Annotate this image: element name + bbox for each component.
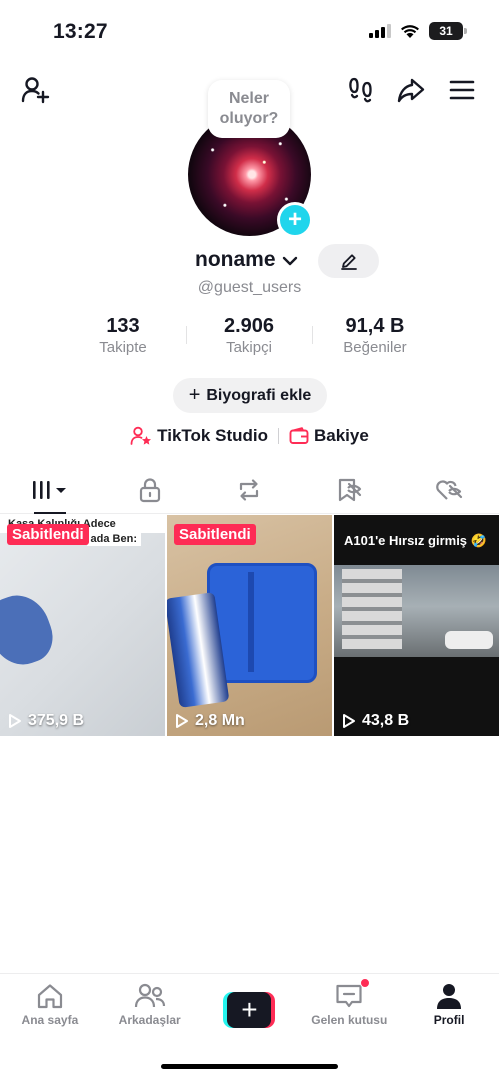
add-friend-button[interactable] xyxy=(17,72,53,108)
user-handle: @guest_users xyxy=(197,279,302,296)
username-row: noname xyxy=(0,244,499,278)
home-indicator[interactable] xyxy=(161,1064,338,1069)
video-grid: Kasa Kalınlığı Adece ada Ben: Sabitlendi… xyxy=(0,515,499,736)
chevron-down-icon[interactable] xyxy=(281,254,299,268)
view-count: 2,8 Mn xyxy=(175,712,245,730)
view-count-value: 375,9 B xyxy=(28,712,85,729)
plus-icon: + xyxy=(227,992,272,1028)
play-icon xyxy=(343,714,355,728)
balance-link[interactable]: Bakiye xyxy=(289,426,369,446)
pinned-badge: Sabitlendi xyxy=(174,524,256,545)
video-title: A101'e Hırsız girmiş 🤣 xyxy=(344,533,487,548)
tab-reposts[interactable] xyxy=(200,466,300,513)
stat-value: 91,4 B xyxy=(345,315,405,337)
footprints-icon xyxy=(349,77,372,103)
lock-icon xyxy=(139,477,160,502)
video-overlay-subtext: ada Ben: xyxy=(86,532,141,546)
battery-icon: 31 xyxy=(429,22,463,40)
view-count-value: 2,8 Mn xyxy=(195,712,245,729)
note-bubble[interactable]: Neler oluyor? xyxy=(208,80,290,138)
heart-hidden-icon xyxy=(436,479,463,500)
hamburger-menu-icon xyxy=(449,80,475,100)
add-avatar-button[interactable]: + xyxy=(277,202,313,238)
bubble-text-line2: oluyor? xyxy=(219,110,279,127)
creator-star-icon xyxy=(130,426,152,445)
nav-label: Profil xyxy=(433,1013,465,1027)
content-tabs xyxy=(0,466,499,514)
add-bio-label: Biyografi ekle xyxy=(206,386,312,404)
stat-label: Takipte xyxy=(99,339,147,356)
tiktok-studio-link[interactable]: TikTok Studio xyxy=(130,426,268,446)
nav-create[interactable]: + xyxy=(200,974,300,1045)
nav-inbox[interactable]: Gelen kutusu xyxy=(299,974,399,1045)
stat-value: 2.906 xyxy=(223,315,275,337)
status-icons: 31 xyxy=(369,22,467,40)
pencil-icon xyxy=(340,254,357,270)
stat-likes[interactable]: 91,4 B Beğeniler xyxy=(312,314,438,360)
video-thumbnail[interactable]: Sabitlendi 2,8 Mn xyxy=(167,515,332,736)
add-bio-button[interactable]: + Biyografi ekle xyxy=(173,378,327,413)
battery-percent: 31 xyxy=(439,24,453,38)
profile-views-button[interactable] xyxy=(343,72,379,108)
nav-profile[interactable]: Profil xyxy=(399,974,499,1045)
tab-liked[interactable] xyxy=(399,466,499,513)
nav-label: Arkadaşlar xyxy=(118,1013,181,1027)
stat-followers[interactable]: 2.906 Takipçi xyxy=(186,314,312,360)
nav-label: Gelen kutusu xyxy=(311,1013,388,1027)
edit-profile-button[interactable] xyxy=(318,244,379,278)
videos-grid-icon xyxy=(32,480,66,499)
stats-row: 133 Takipte 2.906 Takipçi 91,4 B Beğenil… xyxy=(60,314,438,360)
view-count: 375,9 B xyxy=(8,712,84,730)
status-time: 13:27 xyxy=(53,20,108,43)
pinned-badge: Sabitlendi xyxy=(7,524,89,545)
tab-favorites[interactable] xyxy=(299,466,399,513)
nav-home[interactable]: Ana sayfa xyxy=(0,974,100,1045)
creator-links-row: TikTok Studio Bakiye xyxy=(0,423,499,449)
person-plus-icon xyxy=(21,77,50,104)
notification-dot xyxy=(360,978,371,988)
play-icon xyxy=(176,714,188,728)
nav-friends[interactable]: Arkadaşlar xyxy=(100,974,200,1045)
stat-value: 133 xyxy=(106,315,140,337)
nav-label: Ana sayfa xyxy=(21,1013,79,1027)
share-arrow-icon xyxy=(397,78,425,103)
home-icon xyxy=(37,984,62,1009)
wallet-icon xyxy=(289,427,309,444)
stat-following[interactable]: 133 Takipte xyxy=(60,314,186,360)
bottom-nav: Ana sayfa Arkadaşlar + Gelen kutusu Prof… xyxy=(0,973,499,1045)
create-button[interactable]: + xyxy=(223,992,276,1028)
username[interactable]: noname xyxy=(195,248,276,272)
balance-label: Bakiye xyxy=(314,426,369,445)
stat-label: Takipçi xyxy=(226,339,272,356)
play-icon xyxy=(9,714,21,728)
view-count-value: 43,8 B xyxy=(362,712,410,729)
repost-icon xyxy=(240,478,259,501)
tab-private[interactable] xyxy=(100,466,200,513)
wifi-icon xyxy=(401,24,419,38)
friends-icon xyxy=(134,983,165,1008)
bookmark-hidden-icon xyxy=(339,478,362,501)
bubble-text-line1: Neler xyxy=(228,90,269,107)
share-profile-button[interactable] xyxy=(393,72,429,108)
menu-button[interactable] xyxy=(444,72,480,108)
view-count: 43,8 B xyxy=(342,712,409,730)
inbox-icon xyxy=(336,984,362,1008)
stat-label: Beğeniler xyxy=(343,339,407,356)
video-thumbnail[interactable]: Kasa Kalınlığı Adece ada Ben: Sabitlendi… xyxy=(0,515,165,736)
status-bar: 13:27 31 xyxy=(0,0,499,64)
signal-icon xyxy=(369,24,391,38)
plus-icon: + xyxy=(188,384,201,406)
tiktok-studio-label: TikTok Studio xyxy=(157,426,268,445)
tab-videos[interactable] xyxy=(0,466,100,514)
video-thumbnail[interactable]: A101'e Hırsız girmiş 🤣 43,8 B xyxy=(334,515,499,736)
profile-icon xyxy=(437,984,462,1009)
